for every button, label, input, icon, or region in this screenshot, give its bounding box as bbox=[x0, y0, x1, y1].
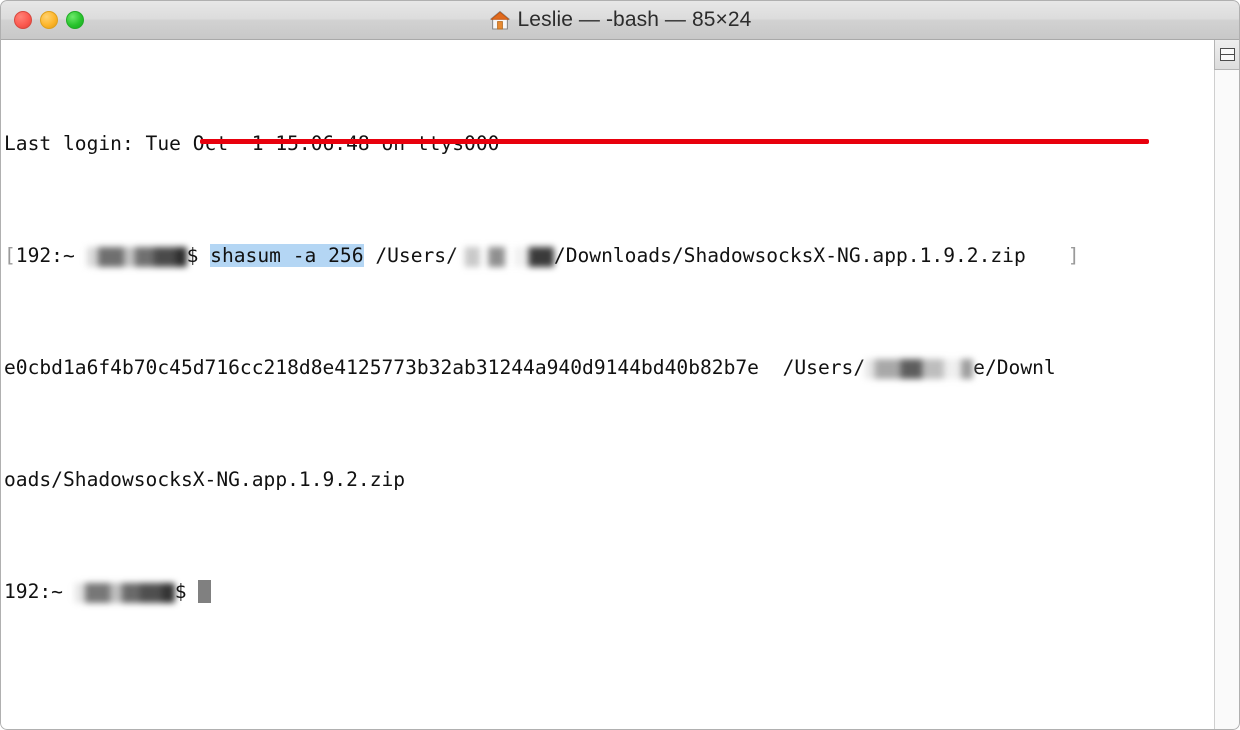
redacted-hash-path-user bbox=[865, 359, 974, 379]
redacted-final-username bbox=[74, 583, 175, 603]
line-end-bracket: ] bbox=[1067, 244, 1080, 267]
red-annotation-underline bbox=[200, 139, 1149, 144]
prompt-open-bracket: [ bbox=[4, 244, 16, 267]
home-icon bbox=[489, 10, 511, 31]
terminal-line-hash: e0cbd1a6f4b70c45d716cc218d8e4125773b32ab… bbox=[4, 354, 1240, 382]
terminal-window: Leslie — -bash — 85×24 Last login: Tue O… bbox=[0, 0, 1240, 730]
terminal-line-command: [192:~ $ shasum -a 256 /Users/ /Downloads… bbox=[4, 242, 1240, 270]
minimize-button[interactable] bbox=[40, 11, 58, 29]
split-pane-button[interactable] bbox=[1214, 40, 1240, 70]
maximize-button[interactable] bbox=[66, 11, 84, 29]
prompt-host: 192:~ bbox=[15, 244, 87, 267]
command-path-suffix: /Downloads/ShadowsocksX-NG.app.1.9.2.zip bbox=[553, 244, 1026, 267]
terminal-line-hash-wrap: oads/ShadowsocksX-NG.app.1.9.2.zip bbox=[4, 466, 1240, 494]
redacted-username bbox=[86, 247, 187, 267]
close-button[interactable] bbox=[14, 11, 32, 29]
title-bar[interactable]: Leslie — -bash — 85×24 bbox=[0, 0, 1240, 40]
terminal-line-last-login: Last login: Tue Oct 1 15:06:48 on ttys00… bbox=[4, 130, 1240, 158]
final-prompt-host: 192:~ bbox=[4, 580, 75, 603]
text-cursor bbox=[198, 580, 212, 603]
window-controls bbox=[14, 11, 84, 29]
sha256-hash-value: e0cbd1a6f4b70c45d716cc218d8e4125773b32ab… bbox=[4, 356, 759, 379]
terminal-line-final-prompt: 192:~ $ bbox=[4, 578, 1240, 606]
final-prompt-symbol: $ bbox=[174, 580, 199, 603]
window-title: Leslie — -bash — 85×24 bbox=[517, 8, 752, 31]
selected-command-text[interactable]: shasum -a 256 bbox=[210, 244, 364, 267]
terminal-body[interactable]: Last login: Tue Oct 1 15:06:48 on ttys00… bbox=[0, 40, 1240, 730]
hash-path-mid: e/Downl bbox=[973, 356, 1056, 379]
redacted-path-user bbox=[457, 247, 554, 267]
hash-path-wrap: oads/ShadowsocksX-NG.app.1.9.2.zip bbox=[4, 468, 406, 491]
command-path-prefix: /Users/ bbox=[363, 244, 458, 267]
split-pane-icon bbox=[1220, 48, 1235, 61]
scrollbar-gutter[interactable] bbox=[1214, 40, 1240, 730]
hash-path-prefix: /Users/ bbox=[758, 356, 866, 379]
prompt-symbol: $ bbox=[186, 244, 211, 267]
title-bar-center: Leslie — -bash — 85×24 bbox=[0, 0, 1240, 40]
